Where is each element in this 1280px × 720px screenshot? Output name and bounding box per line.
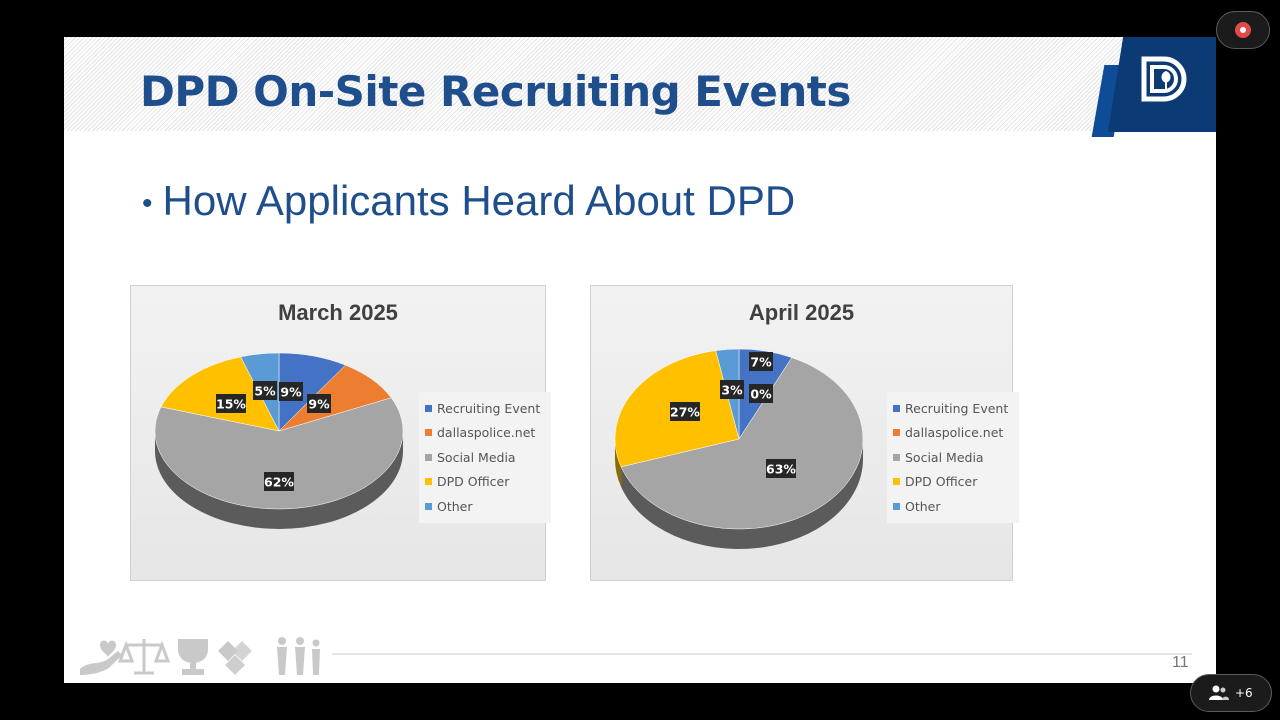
- legend-item: Recruiting Event: [893, 396, 1013, 421]
- data-label: 9%: [279, 382, 303, 401]
- legend-label: Other: [437, 498, 473, 514]
- scales-icon: [117, 639, 171, 675]
- pie-chart-april: April 2025 7% 0% 63% 27% 3% Recruiting Event d…: [590, 285, 1019, 581]
- participants-icon: [1209, 685, 1229, 700]
- slide-title: DPD On-Site Recruiting Events: [140, 67, 851, 116]
- data-label-text: 27%: [670, 405, 700, 420]
- data-label: 27%: [670, 402, 700, 421]
- legend-label: Social Media: [437, 449, 516, 465]
- record-button[interactable]: [1216, 11, 1270, 49]
- data-label-text: 9%: [280, 385, 302, 400]
- data-label: 5%: [253, 381, 277, 400]
- data-label: 3%: [720, 380, 744, 399]
- legend-swatch: [893, 404, 900, 412]
- legend-label: DPD Officer: [905, 474, 978, 490]
- legend-item: Social Media: [893, 445, 1013, 470]
- footer-divider: [332, 653, 1192, 655]
- chart-legend: Recruiting Event dallaspolice.net Social M…: [419, 392, 551, 523]
- legend-item: Social Media: [425, 445, 545, 470]
- pie-chart-march: March 2025 9% 9% 62% 15% 5% Recruiting Event d…: [130, 285, 551, 581]
- legend-item: dallaspolice.net: [425, 421, 545, 446]
- data-label: 63%: [766, 459, 796, 478]
- data-label: 9%: [307, 394, 331, 413]
- footer-values-icons: [80, 637, 320, 675]
- bullet-item: • How Applicants Heard About DPD: [142, 177, 795, 225]
- legend-swatch: [425, 502, 432, 510]
- legend-label: Recruiting Event: [905, 400, 1009, 416]
- data-label: 0%: [749, 384, 773, 403]
- data-label-text: 9%: [308, 397, 330, 412]
- legend-swatch: [893, 478, 900, 486]
- data-label-text: 63%: [766, 462, 796, 477]
- legend-swatch: [425, 478, 432, 486]
- data-label-text: 0%: [750, 387, 772, 402]
- data-label-text: 5%: [254, 384, 276, 399]
- legend-swatch: [425, 404, 432, 412]
- legend-swatch: [893, 429, 900, 437]
- legend-swatch: [893, 502, 900, 510]
- legend-label: DPD Officer: [437, 474, 510, 490]
- data-label-text: 15%: [216, 397, 246, 412]
- legend-label: Other: [905, 498, 941, 514]
- legend-item: DPD Officer: [425, 470, 545, 495]
- data-label-text: 3%: [721, 383, 743, 398]
- data-label-text: 62%: [264, 475, 294, 490]
- legend-item: Recruiting Event: [425, 396, 545, 421]
- people-icon: [277, 637, 320, 675]
- legend-swatch: [893, 453, 900, 461]
- puzzle-icon: [218, 641, 252, 675]
- bullet-dot: •: [142, 186, 153, 220]
- data-label: 62%: [264, 472, 294, 491]
- legend-label: Recruiting Event: [437, 400, 541, 416]
- legend-item: dallaspolice.net: [893, 421, 1013, 446]
- participants-button[interactable]: +6: [1190, 674, 1272, 712]
- legend-label: dallaspolice.net: [437, 425, 536, 441]
- dpd-logo-icon: [1141, 56, 1187, 102]
- presentation-slide: DPD On-Site Recruiting Events • How Appli…: [64, 37, 1216, 683]
- legend-item: DPD Officer: [893, 470, 1013, 495]
- chart-legend: Recruiting Event dallaspolice.net Social M…: [887, 392, 1019, 523]
- legend-swatch: [425, 429, 432, 437]
- data-label: 7%: [749, 352, 773, 371]
- bullet-text: How Applicants Heard About DPD: [162, 177, 796, 224]
- hand-heart-icon: [80, 640, 122, 675]
- participants-count: +6: [1235, 686, 1253, 700]
- legend-label: Social Media: [905, 449, 984, 465]
- legend-swatch: [425, 453, 432, 461]
- legend-item: Other: [893, 494, 1013, 519]
- trophy-icon: [178, 639, 208, 675]
- record-icon: [1235, 22, 1251, 38]
- data-label: 15%: [216, 394, 246, 413]
- page-number: 11: [1172, 654, 1189, 671]
- dpd-logo: [1108, 37, 1216, 132]
- legend-label: dallaspolice.net: [905, 425, 1004, 441]
- legend-item: Other: [425, 494, 545, 519]
- data-label-text: 7%: [750, 355, 772, 370]
